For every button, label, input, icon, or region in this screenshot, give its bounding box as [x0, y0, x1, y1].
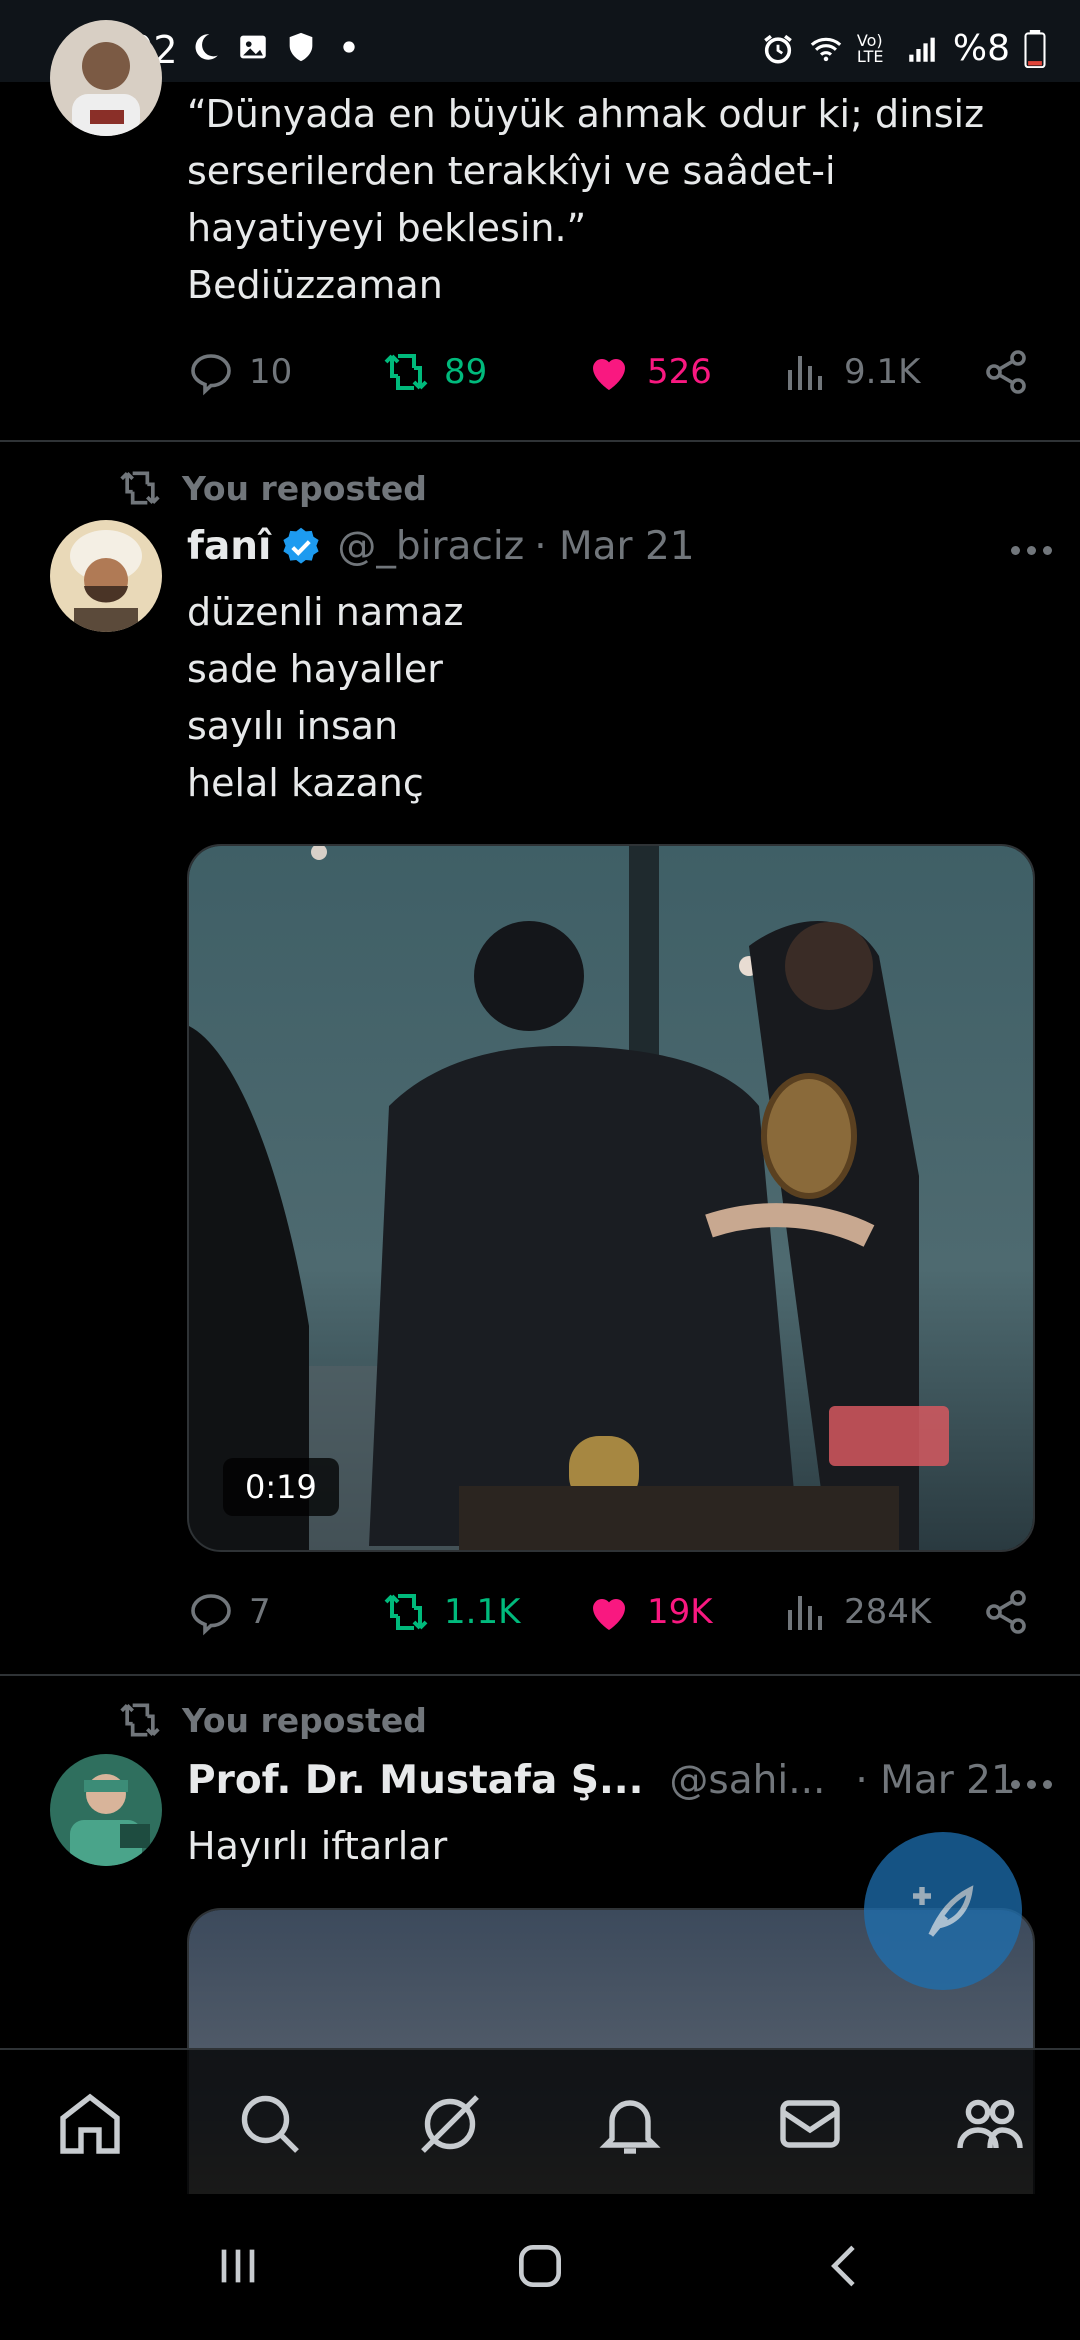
author-name[interactable]: Prof. Dr. Mustafa Ş...	[187, 1758, 643, 1803]
author-avatar[interactable]	[50, 20, 162, 136]
post-actions: 10 89 526 9.1K	[187, 348, 1027, 404]
views-count: 9.1K	[844, 352, 921, 392]
reply-button[interactable]: 7	[187, 1588, 271, 1636]
author-name[interactable]: fanî	[187, 524, 271, 569]
repost-context: You reposted	[118, 1698, 427, 1742]
repost-label: You reposted	[182, 1700, 427, 1740]
views-button[interactable]: 284K	[782, 1588, 931, 1636]
recent-apps-icon[interactable]	[210, 2238, 266, 2294]
reply-icon	[191, 1594, 231, 1636]
video-player[interactable]: 0:19	[187, 844, 1035, 1552]
views-button[interactable]: 9.1K	[782, 348, 920, 396]
share-button[interactable]	[982, 348, 1030, 396]
post-text-line: sayılı insan	[187, 704, 399, 748]
notifications-icon[interactable]	[594, 2088, 666, 2160]
reply-icon	[191, 354, 231, 396]
post-text-line: sade hayaller	[187, 647, 443, 691]
post-text: Hayırlı iftarlar	[187, 1818, 447, 1875]
compose-icon	[913, 1885, 974, 1937]
repost-button[interactable]: 1.1K	[382, 1588, 520, 1636]
post-text-line: Bediüzzaman	[187, 263, 443, 307]
reply-count: 10	[249, 352, 293, 392]
post-2[interactable]: You reposted fanî @_biraciz · Mar 21 düz…	[0, 442, 1080, 1674]
video-duration: 0:19	[223, 1458, 339, 1516]
system-navigation-bar	[0, 2194, 1080, 2340]
messages-icon[interactable]	[774, 2088, 846, 2160]
reply-count: 7	[249, 1592, 271, 1632]
like-count: 526	[647, 352, 712, 392]
author-handle[interactable]: @_biraciz	[337, 524, 524, 569]
post-text-line: düzenli namaz	[187, 590, 464, 634]
bottom-navigation	[0, 2048, 1080, 2196]
compose-post-button[interactable]	[864, 1832, 1022, 1990]
post-text-line: Hayırlı iftarlar	[187, 1824, 448, 1868]
share-button[interactable]	[982, 1588, 1030, 1636]
post-date[interactable]: · Mar 21	[855, 1758, 1015, 1803]
repost-button[interactable]: 89	[382, 348, 487, 396]
post-header: fanî @_biraciz · Mar 21	[187, 524, 695, 569]
repost-icon	[120, 471, 160, 505]
like-button[interactable]: 526	[585, 348, 712, 396]
author-avatar[interactable]	[50, 1754, 162, 1866]
repost-icon	[120, 1703, 160, 1737]
home-icon[interactable]	[54, 2088, 126, 2160]
post-actions: 7 1.1K 19K 284K	[187, 1588, 1027, 1644]
reply-button[interactable]: 10	[187, 348, 292, 396]
post-text-line: “Dünyada en büyük ahmak odur ki; dinsiz	[187, 92, 985, 136]
views-icon	[788, 1596, 822, 1630]
post-date[interactable]: · Mar 21	[534, 524, 694, 569]
repost-count: 89	[444, 352, 488, 392]
views-icon	[788, 356, 822, 390]
post-text-line: hayatiyeyi beklesin.”	[187, 206, 587, 250]
post-text-line: serserilerden terakkîyi ve saâdet-i	[187, 149, 836, 193]
more-options-button[interactable]	[1011, 546, 1052, 555]
more-options-button[interactable]	[1011, 1780, 1052, 1789]
post-header: Prof. Dr. Mustafa Ş... @sahi... · Mar 21	[187, 1758, 1016, 1803]
share-icon	[986, 350, 1026, 394]
heart-icon	[593, 1599, 625, 1630]
post-text: “Dünyada en büyük ahmak odur ki; dinsiz …	[187, 86, 984, 314]
share-icon	[986, 1590, 1026, 1634]
post-text-line: helal kazanç	[187, 761, 424, 805]
repost-label: You reposted	[182, 468, 427, 508]
communities-icon[interactable]	[954, 2088, 1026, 2160]
heart-icon	[593, 359, 625, 390]
author-handle[interactable]: @sahi...	[669, 1758, 825, 1803]
post-1[interactable]: “Dünyada en büyük ahmak odur ki; dinsiz …	[0, 0, 1080, 440]
author-avatar[interactable]	[50, 520, 162, 632]
repost-count: 1.1K	[444, 1592, 521, 1632]
repost-icon	[384, 354, 428, 390]
search-icon[interactable]	[234, 2088, 306, 2160]
views-count: 284K	[844, 1592, 932, 1632]
grok-icon[interactable]	[414, 2088, 486, 2160]
repost-context: You reposted	[118, 466, 427, 510]
video-thumbnail	[189, 846, 1033, 1550]
repost-icon	[384, 1594, 428, 1630]
back-icon[interactable]	[818, 2238, 874, 2294]
post-text: düzenli namaz sade hayaller sayılı insan…	[187, 584, 463, 812]
like-count: 19K	[647, 1592, 713, 1632]
verified-badge-icon	[283, 527, 320, 564]
home-button-icon[interactable]	[512, 2238, 568, 2294]
like-button[interactable]: 19K	[585, 1588, 713, 1636]
